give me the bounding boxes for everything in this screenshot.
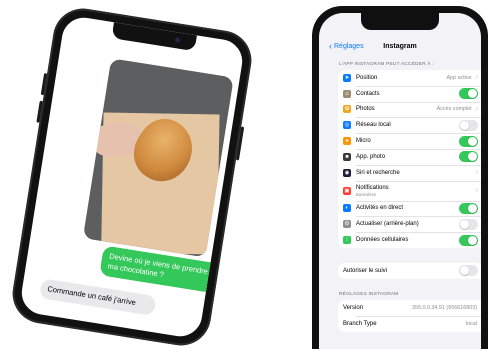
info-row: Branch Type local	[338, 315, 481, 332]
setting-row-camera[interactable]: ■ App. photo	[338, 148, 481, 165]
toggle-knob	[468, 89, 477, 99]
setting-label-text: Actualiser (arrière-plan)	[356, 221, 419, 228]
setting-row-siri[interactable]: ◉ Siri et recherche ›	[338, 164, 481, 181]
setting-label: Siri et recherche	[356, 170, 476, 176]
toggle-knob	[468, 203, 477, 213]
toggle-knob	[468, 152, 477, 162]
photos-icon: ✿	[343, 105, 351, 114]
live-activities-icon: ◐	[343, 204, 351, 213]
setting-label: Position	[356, 75, 446, 81]
setting-row-notifications[interactable]: ▣ Notifications Bannières ›	[338, 180, 481, 201]
info-value: 355.0.0.34.91 (656616803)	[411, 304, 477, 311]
setting-toggle[interactable]	[459, 119, 478, 131]
setting-label-text: Activités en direct	[356, 205, 404, 212]
right-phone: ‹ Réglages Instagram L'APP INSTAGRAM PEU…	[312, 6, 488, 349]
notch	[361, 13, 439, 30]
received-message-bubble[interactable]: Commande un café j'arrive	[38, 278, 157, 317]
setting-sublabel: Bannières	[356, 191, 377, 197]
setting-row-contacts[interactable]: ☺ Contacts	[338, 85, 481, 102]
setting-label-text: Données cellulaires	[356, 237, 409, 244]
chevron-right-icon: ›	[475, 105, 478, 113]
info-label: Branch Type	[343, 320, 377, 327]
instagram-settings-group: Version 355.0.0.34.91 (656616803) Branch T…	[338, 300, 481, 332]
setting-label-text: Micro	[356, 138, 371, 145]
notifications-icon: ▣	[343, 186, 351, 195]
cellular-icon: ⁞	[343, 236, 351, 245]
volume-button	[40, 72, 48, 96]
received-message-text: Commande un café j'arrive	[46, 284, 137, 308]
setting-label-text: Position	[356, 74, 378, 81]
shared-photo[interactable]	[82, 58, 234, 258]
tracking-row[interactable]: Autoriser le suivi	[338, 263, 481, 279]
contacts-icon: ☺	[343, 89, 351, 98]
setting-label-text: Notifications	[356, 184, 389, 191]
setting-row-microphone[interactable]: ● Micro	[338, 133, 481, 149]
setting-row-cellular[interactable]: ⁞ Données cellulaires	[338, 232, 481, 248]
info-row: Version 355.0.0.34.91 (656616803)	[338, 300, 481, 316]
setting-toggle[interactable]	[459, 234, 478, 246]
setting-label: Notifications Bannières	[356, 185, 476, 197]
siri-icon: ◉	[343, 168, 351, 177]
setting-label: Réseau local	[356, 122, 459, 128]
setting-toggle[interactable]	[459, 202, 478, 214]
setting-label: Photos	[356, 106, 437, 112]
front-camera	[174, 37, 181, 43]
setting-toggle[interactable]	[459, 135, 478, 147]
setting-label-text: Réseau local	[356, 122, 391, 129]
tracking-label: Autoriser le suivi	[343, 267, 388, 274]
setting-label: Micro	[356, 138, 459, 144]
access-settings-group: ➤ Position App active › ☺ Contacts ✿ Photos Accè…	[338, 70, 481, 248]
microphone-icon: ●	[343, 137, 351, 146]
volume-button	[36, 100, 43, 123]
setting-row-network[interactable]: ◎ Réseau local	[338, 117, 481, 133]
chevron-right-icon: ›	[475, 169, 478, 177]
info-label: Version	[343, 304, 364, 311]
setting-value: Accès complet	[436, 106, 472, 113]
setting-row-location[interactable]: ➤ Position App active ›	[338, 70, 481, 86]
chevron-right-icon: ›	[475, 74, 478, 82]
camera-icon: ■	[343, 152, 351, 161]
setting-value: App active	[446, 74, 472, 81]
setting-label-text: Photos	[356, 106, 375, 113]
left-phone: Devine où je viens de prendre ma chocola…	[8, 4, 256, 350]
background-refresh-icon: ⚙	[343, 220, 351, 229]
instagram-settings-header: RÉGLAGES INSTAGRAM	[339, 292, 399, 297]
setting-label: Données cellulaires	[356, 237, 459, 243]
setting-label: Contacts	[356, 91, 459, 97]
setting-label-text: App. photo	[356, 153, 386, 160]
setting-label-text: Siri et recherche	[356, 169, 400, 176]
power-button	[235, 126, 245, 161]
info-value: local	[465, 320, 477, 327]
setting-toggle[interactable]	[459, 88, 478, 100]
setting-row-background-refresh[interactable]: ⚙ Actualiser (arrière-plan)	[338, 216, 481, 232]
tracking-group: Autoriser le suivi	[338, 263, 481, 279]
setting-label-text: Contacts	[356, 90, 380, 97]
navigation-bar: ‹ Réglages Instagram	[319, 35, 481, 57]
toggle-knob	[468, 235, 477, 245]
access-section-header: L'APP INSTAGRAM PEUT ACCÉDER À :	[339, 62, 434, 67]
page-title: Instagram	[383, 43, 417, 50]
tracking-toggle[interactable]	[459, 265, 478, 277]
setting-row-photos[interactable]: ✿ Photos Accès complet ›	[338, 101, 481, 118]
location-icon: ➤	[343, 73, 351, 82]
toggle-knob	[460, 219, 469, 229]
setting-toggle[interactable]	[459, 218, 478, 230]
setting-label: Activités en direct	[356, 205, 459, 211]
setting-label: App. photo	[356, 154, 459, 160]
toggle-knob	[468, 136, 477, 146]
setting-toggle[interactable]	[459, 151, 478, 163]
toggle-knob	[460, 266, 469, 276]
network-icon: ◎	[343, 121, 351, 130]
setting-row-live-activities[interactable]: ◐ Activités en direct	[338, 200, 481, 217]
messages-screen: Devine où je viens de prendre ma chocola…	[18, 14, 246, 340]
toggle-knob	[460, 120, 469, 130]
settings-screen: ‹ Réglages Instagram L'APP INSTAGRAM PEU…	[319, 13, 481, 349]
setting-label: Actualiser (arrière-plan)	[356, 221, 459, 227]
notch	[111, 22, 197, 52]
chevron-right-icon: ›	[475, 187, 478, 195]
